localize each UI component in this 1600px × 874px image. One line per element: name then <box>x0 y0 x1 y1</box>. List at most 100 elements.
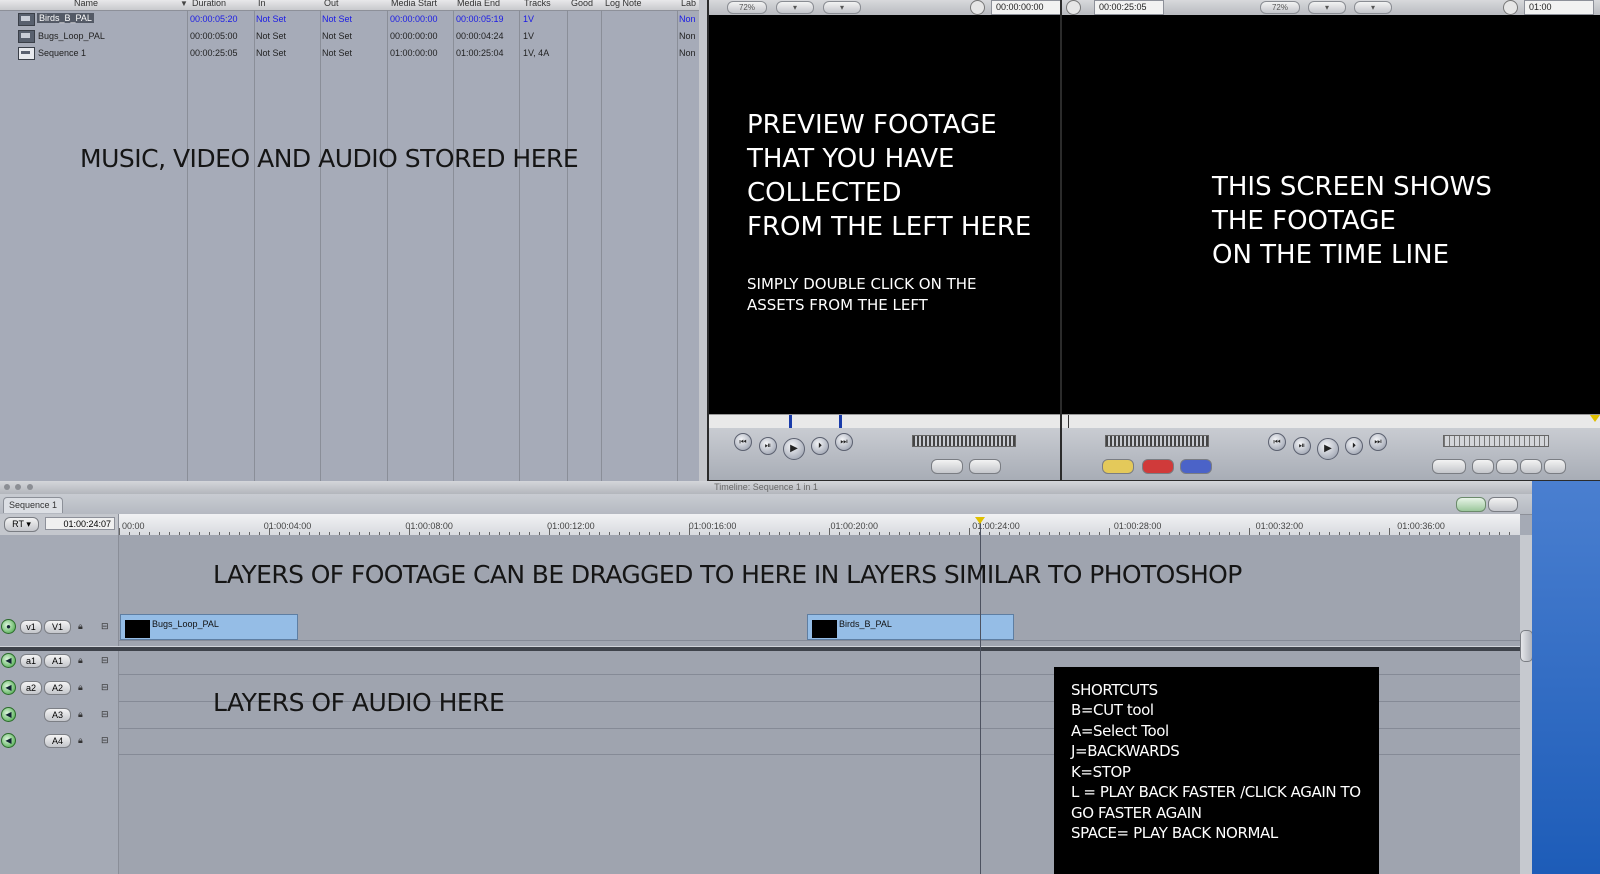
speaker-icon[interactable]: ◀ <box>1 707 16 722</box>
col-name[interactable]: Name <box>74 0 98 8</box>
clip-name[interactable]: Bugs_Loop_PAL <box>38 31 105 41</box>
add-marker-button[interactable] <box>1142 459 1174 474</box>
canvas-zoom-popup[interactable]: 72% <box>1260 1 1300 14</box>
linking-button[interactable] <box>1488 497 1518 512</box>
play-button[interactable]: ▶ <box>783 438 805 460</box>
zoom-button[interactable] <box>27 484 33 490</box>
lock-icon[interactable]: 🔒︎ <box>78 734 83 746</box>
current-timecode[interactable]: 01:00:24:07 <box>45 517 115 530</box>
tab-sequence-1[interactable]: Sequence 1 <box>3 497 63 513</box>
destination-track-button[interactable]: A4 <box>44 734 71 748</box>
play-around-button[interactable]: ⏵ <box>1345 437 1363 455</box>
timeline-vertical-scrollbar[interactable] <box>1520 535 1532 874</box>
match-frame-button[interactable] <box>1180 459 1212 474</box>
prev-edit-button[interactable]: ⏮ <box>1268 433 1286 451</box>
view-options-popup[interactable]: ▾ <box>1308 1 1346 14</box>
next-edit-button[interactable]: ⏭ <box>835 433 853 451</box>
transport-mini-4[interactable] <box>1520 459 1542 474</box>
view-options-popup[interactable]: ▾ <box>776 1 814 14</box>
jog-control[interactable] <box>1105 435 1209 447</box>
next-edit-button[interactable]: ⏭ <box>1369 433 1387 451</box>
speaker-icon[interactable]: ◀ <box>1 680 16 695</box>
destination-track-button[interactable]: A2 <box>44 681 71 695</box>
col-out[interactable]: Out <box>324 0 339 8</box>
col-in[interactable]: In <box>258 0 266 8</box>
sequence-name[interactable]: Sequence 1 <box>38 48 86 58</box>
play-in-out-button[interactable]: ⏯ <box>759 437 777 455</box>
scroll-thumb[interactable] <box>1520 630 1532 662</box>
timeline-ruler[interactable]: 00:00 01:00:04:00 01:00:08:00 01:00:12:00 01… <box>119 514 1520 536</box>
rt-popup[interactable]: RT ▾ <box>4 517 39 532</box>
recent-clips-popup[interactable]: ▾ <box>1354 1 1392 14</box>
browser-row[interactable]: Birds_B_PAL 00:00:05:20 Not Set Not Set … <box>0 11 707 28</box>
lock-icon[interactable]: 🔒︎ <box>78 681 83 693</box>
track-header: ◀ a2 A2 🔒︎ ⊟ <box>0 674 118 701</box>
col-good[interactable]: Good <box>571 0 593 8</box>
play-around-button[interactable]: ⏵ <box>811 437 829 455</box>
timeline-clip[interactable]: Birds_B_PAL <box>807 614 1014 640</box>
source-track-button[interactable]: a2 <box>20 681 42 695</box>
canvas-scrubber[interactable] <box>1062 414 1600 429</box>
sort-indicator-icon[interactable]: ▼ <box>180 0 188 8</box>
browser-scrollbar[interactable] <box>699 0 707 490</box>
col-label[interactable]: Lab <box>681 0 696 8</box>
destination-track-button[interactable]: A3 <box>44 708 71 722</box>
clip-thumbnail <box>125 620 150 638</box>
in-point-marker[interactable] <box>789 415 792 428</box>
transport-mini-2[interactable] <box>1472 459 1494 474</box>
source-track-button[interactable]: a1 <box>20 654 42 668</box>
prev-edit-button[interactable]: ⏮ <box>734 433 752 451</box>
link-icon[interactable]: ⊟ <box>101 620 109 632</box>
play-button[interactable]: ▶ <box>1317 438 1339 460</box>
source-track-button[interactable]: v1 <box>20 620 42 634</box>
minimize-button[interactable] <box>15 484 21 490</box>
browser-row[interactable]: Bugs_Loop_PAL 00:00:05:00 Not Set Not Se… <box>0 28 707 45</box>
clip-name[interactable]: Birds_B_PAL <box>37 13 94 23</box>
link-icon[interactable]: ⊟ <box>101 708 109 720</box>
ruler-tick <box>1249 528 1250 535</box>
snapping-button[interactable] <box>1456 497 1486 512</box>
canvas-window: 00:00:25:05 72% ▾ ▾ 01:00 THIS SCREEN SH… <box>1062 0 1600 480</box>
lock-icon[interactable]: 🔒︎ <box>78 620 83 632</box>
eye-icon[interactable]: ● <box>1 619 16 634</box>
video-audio-divider[interactable] <box>0 646 1520 651</box>
lock-icon[interactable]: 🔒︎ <box>78 708 83 720</box>
col-duration[interactable]: Duration <box>192 0 226 8</box>
transport-mini-5[interactable] <box>1544 459 1566 474</box>
viewer-transport: ⏮ ⏯ ▶ ⏵ ⏭ <box>709 428 1060 480</box>
col-tracks[interactable]: Tracks <box>524 0 551 8</box>
overwrite-button[interactable] <box>969 459 1001 474</box>
viewer-scrubber[interactable] <box>709 414 1060 429</box>
col-media-start[interactable]: Media Start <box>391 0 437 8</box>
link-icon[interactable]: ⊟ <box>101 681 109 693</box>
viewer-timecode[interactable]: 00:00:00:00 <box>991 0 1060 15</box>
playhead[interactable] <box>975 517 985 524</box>
speaker-icon[interactable]: ◀ <box>1 653 16 668</box>
lock-icon[interactable]: 🔒︎ <box>78 654 83 666</box>
destination-track-button[interactable]: A1 <box>44 654 71 668</box>
mark-in-button[interactable] <box>1102 459 1134 474</box>
col-media-end[interactable]: Media End <box>457 0 500 8</box>
play-in-out-button[interactable]: ⏯ <box>1293 437 1311 455</box>
shuttle-control[interactable] <box>1443 435 1549 447</box>
ruler-label: 01:00:28:00 <box>1113 521 1162 531</box>
speaker-icon[interactable]: ◀ <box>1 733 16 748</box>
close-button[interactable] <box>4 484 10 490</box>
jog-control[interactable] <box>912 435 1016 447</box>
clip-in: Not Set <box>256 31 287 41</box>
link-icon[interactable]: ⊟ <box>101 654 109 666</box>
col-log-note[interactable]: Log Note <box>605 0 642 8</box>
destination-track-button[interactable]: V1 <box>44 620 71 634</box>
canvas-duration[interactable]: 00:00:25:05 <box>1094 0 1164 15</box>
insert-edit-button[interactable] <box>931 459 963 474</box>
recent-clips-popup[interactable]: ▾ <box>823 1 861 14</box>
transport-mini-3[interactable] <box>1496 459 1518 474</box>
canvas-timecode[interactable]: 01:00 <box>1524 0 1594 15</box>
viewer-zoom-popup[interactable]: 72% <box>727 1 767 14</box>
timeline-clip[interactable]: Bugs_Loop_PAL <box>120 614 298 640</box>
canvas-playhead[interactable] <box>1590 415 1600 422</box>
browser-row[interactable]: Sequence 1 00:00:25:05 Not Set Not Set 0… <box>0 45 707 62</box>
out-point-marker[interactable] <box>839 415 842 428</box>
link-icon[interactable]: ⊟ <box>101 734 109 746</box>
transport-mini-1[interactable] <box>1432 459 1466 474</box>
